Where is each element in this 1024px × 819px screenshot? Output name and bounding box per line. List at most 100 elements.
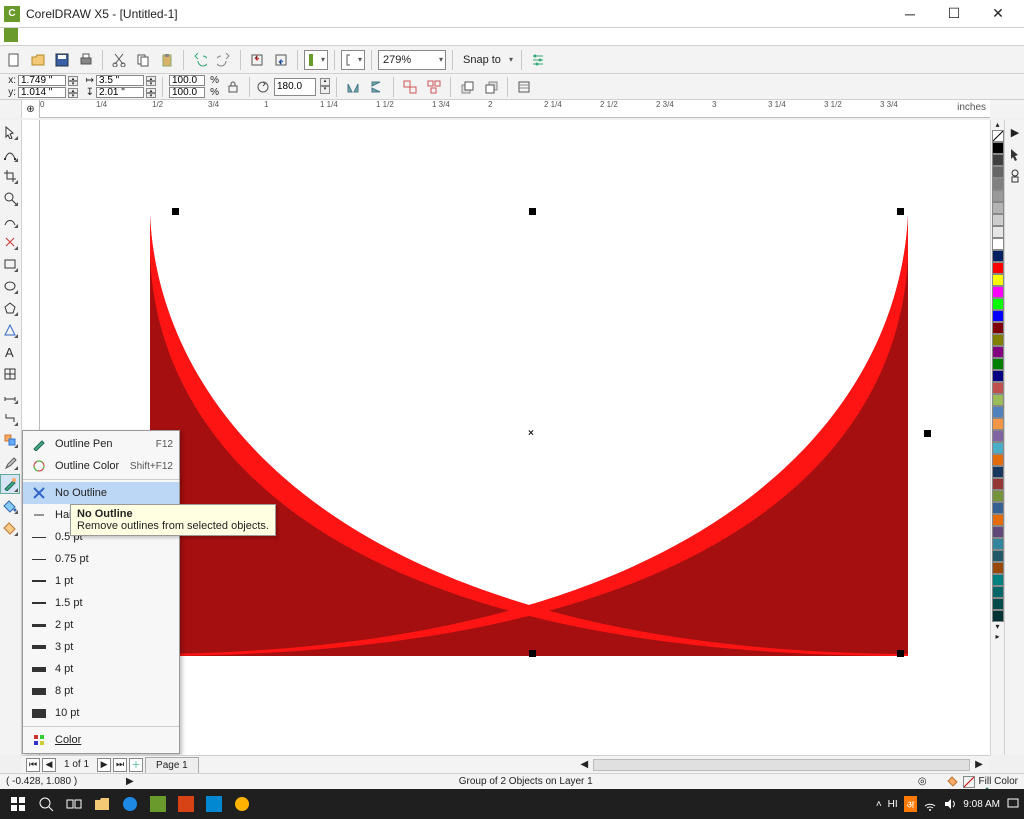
wrap-button[interactable] bbox=[514, 77, 534, 97]
color-swatch[interactable] bbox=[992, 322, 1004, 334]
page-next-button[interactable]: ▶ bbox=[97, 758, 111, 772]
swatch-none[interactable] bbox=[992, 130, 1004, 142]
connector-tool[interactable] bbox=[0, 408, 20, 428]
smart-fill-tool[interactable] bbox=[0, 232, 20, 252]
ungroup-button[interactable] bbox=[400, 77, 420, 97]
color-swatch[interactable] bbox=[992, 514, 1004, 526]
app4-taskbar-icon[interactable] bbox=[172, 790, 200, 818]
color-swatch[interactable] bbox=[992, 418, 1004, 430]
color-swatch[interactable] bbox=[992, 574, 1004, 586]
color-swatch[interactable] bbox=[992, 610, 1004, 622]
height-input[interactable] bbox=[96, 87, 144, 98]
color-swatch[interactable] bbox=[992, 526, 1004, 538]
tray-volume-icon[interactable] bbox=[943, 797, 957, 811]
start-button[interactable] bbox=[4, 790, 32, 818]
coreldraw-taskbar-icon[interactable] bbox=[144, 790, 172, 818]
color-dialog-item[interactable]: Color bbox=[23, 729, 179, 751]
snapshot-icon[interactable]: ◎ bbox=[918, 776, 927, 787]
outline-10pt-item[interactable]: 10 pt bbox=[23, 702, 179, 724]
color-swatch[interactable] bbox=[992, 250, 1004, 262]
import-button[interactable] bbox=[247, 50, 267, 70]
color-swatch[interactable] bbox=[992, 190, 1004, 202]
ungroup-all-button[interactable] bbox=[424, 77, 444, 97]
palette-flyout-arrow[interactable]: ▸ bbox=[991, 632, 1004, 642]
page-last-button[interactable]: ⏭ bbox=[113, 758, 127, 772]
to-back-button[interactable] bbox=[481, 77, 501, 97]
app-launcher-dropdown[interactable] bbox=[304, 50, 328, 70]
tray-lang2[interactable]: अ bbox=[904, 796, 918, 812]
ruler-horizontal[interactable]: inches 01/41/23/411 1/41 1/21 3/422 1/42… bbox=[40, 100, 990, 118]
eyedropper-tool[interactable] bbox=[0, 452, 20, 472]
status-next-icon[interactable]: ▶ bbox=[126, 776, 134, 787]
color-swatch[interactable] bbox=[992, 238, 1004, 250]
color-swatch[interactable] bbox=[992, 562, 1004, 574]
edge-taskbar-icon[interactable] bbox=[116, 790, 144, 818]
x-spinner[interactable]: ▴▾ bbox=[68, 76, 78, 86]
tray-chevron[interactable]: ˄ bbox=[876, 799, 882, 810]
freehand-tool[interactable] bbox=[0, 210, 20, 230]
zoom-tool[interactable] bbox=[0, 188, 20, 208]
docker-properties[interactable] bbox=[1005, 166, 1024, 186]
selection-handle-br[interactable] bbox=[897, 650, 904, 657]
rectangle-tool[interactable] bbox=[0, 254, 20, 274]
outline-4pt-item[interactable]: 4 pt bbox=[23, 658, 179, 680]
color-swatch[interactable] bbox=[992, 538, 1004, 550]
color-swatch[interactable] bbox=[992, 334, 1004, 346]
rot-spinner[interactable]: ▴▾ bbox=[320, 78, 330, 96]
color-swatch[interactable] bbox=[992, 142, 1004, 154]
color-swatch[interactable] bbox=[992, 310, 1004, 322]
tray-wifi-icon[interactable] bbox=[923, 797, 937, 811]
selection-handle-tl[interactable] bbox=[172, 208, 179, 215]
docker-arrow-right[interactable]: ▶ bbox=[1005, 122, 1024, 142]
selection-handle-bc[interactable] bbox=[529, 650, 536, 657]
color-swatch[interactable] bbox=[992, 166, 1004, 178]
color-swatch[interactable] bbox=[992, 586, 1004, 598]
save-button[interactable] bbox=[52, 50, 72, 70]
outline-2pt-item[interactable]: 2 pt bbox=[23, 614, 179, 636]
selection-handle-mr[interactable] bbox=[924, 430, 931, 437]
color-swatch[interactable] bbox=[992, 406, 1004, 418]
app5-taskbar-icon[interactable] bbox=[200, 790, 228, 818]
print-button[interactable] bbox=[76, 50, 96, 70]
no-outline-item[interactable]: No Outline bbox=[23, 482, 179, 504]
outline-8pt-item[interactable]: 8 pt bbox=[23, 680, 179, 702]
palette-up-arrow[interactable]: ▴ bbox=[991, 120, 1004, 130]
color-swatch[interactable] bbox=[992, 394, 1004, 406]
add-page-button[interactable]: ＋ bbox=[129, 758, 143, 772]
canvas[interactable]: × bbox=[40, 120, 990, 755]
hscroll-right[interactable]: ▶ bbox=[972, 759, 986, 770]
crop-tool[interactable] bbox=[0, 166, 20, 186]
selection-handle-tc[interactable] bbox=[529, 208, 536, 215]
welcome-dropdown[interactable] bbox=[341, 50, 365, 70]
color-swatch[interactable] bbox=[992, 550, 1004, 562]
mirror-h-button[interactable] bbox=[343, 77, 363, 97]
color-swatch[interactable] bbox=[992, 370, 1004, 382]
color-swatch[interactable] bbox=[992, 298, 1004, 310]
color-swatch[interactable] bbox=[992, 346, 1004, 358]
outline-15pt-item[interactable]: 1.5 pt bbox=[23, 592, 179, 614]
undo-button[interactable] bbox=[190, 50, 210, 70]
x-input[interactable] bbox=[18, 75, 66, 86]
table-tool[interactable] bbox=[0, 364, 20, 384]
open-button[interactable] bbox=[28, 50, 48, 70]
ruler-origin-icon[interactable]: ⊕ bbox=[26, 104, 34, 115]
w-spinner[interactable]: ▴▾ bbox=[146, 76, 156, 86]
tray-clock[interactable]: 9:08 AM bbox=[963, 799, 1000, 810]
scale-w-input[interactable] bbox=[169, 75, 205, 86]
color-swatch[interactable] bbox=[992, 430, 1004, 442]
rotation-input[interactable] bbox=[274, 78, 316, 96]
close-button[interactable]: ✕ bbox=[976, 0, 1020, 28]
basic-shapes-tool[interactable] bbox=[0, 320, 20, 340]
hscroll-left[interactable]: ◀ bbox=[577, 759, 591, 770]
tray-notifications-icon[interactable] bbox=[1006, 797, 1020, 811]
palette-down-arrow[interactable]: ▾ bbox=[991, 622, 1004, 632]
color-swatch[interactable] bbox=[992, 478, 1004, 490]
color-swatch[interactable] bbox=[992, 274, 1004, 286]
options-button[interactable] bbox=[528, 50, 548, 70]
color-swatch[interactable] bbox=[992, 178, 1004, 190]
outline-3pt-item[interactable]: 3 pt bbox=[23, 636, 179, 658]
color-swatch[interactable] bbox=[992, 358, 1004, 370]
snap-dropdown[interactable]: Snap to bbox=[459, 50, 515, 70]
mirror-v-button[interactable] bbox=[367, 77, 387, 97]
zoom-dropdown[interactable]: 279% bbox=[378, 50, 446, 70]
